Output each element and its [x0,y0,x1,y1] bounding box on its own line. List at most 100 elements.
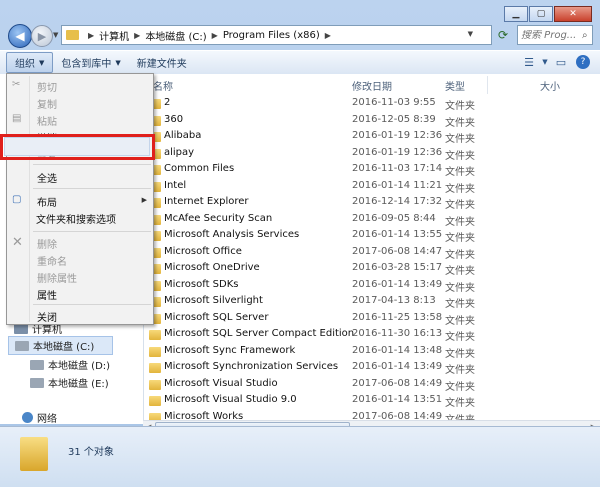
view-options-icon[interactable]: ☰ [518,52,540,72]
table-row[interactable]: Microsoft SQL Server 2016-11-25 13:58 文件夹 [143,311,600,327]
menu-item-properties[interactable]: 属性 [37,287,57,302]
search-icon[interactable]: ⌕ [582,30,588,41]
file-date: 2016-11-25 13:58 [352,311,443,323]
file-type: 文件夹 [445,200,475,211]
nav-item-drive-c[interactable]: 本地磁盘 (C:) [8,336,114,355]
file-name: 2 [164,97,171,108]
table-row[interactable]: Microsoft SQL Server Compact Edition 2016… [143,327,600,343]
file-name: Microsoft SQL Server [164,311,269,323]
table-row[interactable]: Microsoft SDKs 2016-01-14 13:49 文件夹 [143,278,600,294]
column-header-name[interactable]: 名称 [153,78,173,94]
search-box[interactable]: ⌕ [517,25,593,45]
table-row[interactable]: Internet Explorer 2016-12-14 17:32 文件夹 [143,195,600,211]
table-row[interactable]: Common Files 2016-11-03 17:14 文件夹 [143,162,600,178]
table-row[interactable]: Microsoft Synchronization Services 2016-0… [143,360,600,376]
menu-gutter [29,76,30,322]
chevron-right-icon[interactable]: ▶ [88,31,94,40]
recent-pages-dropdown-icon[interactable]: ▼ [53,31,58,39]
table-row[interactable]: Microsoft Visual Studio 2017-06-08 14:49 文… [143,377,600,393]
chevron-down-icon: ▼ [115,58,121,67]
table-row[interactable]: Microsoft Office 2017-06-08 14:47 文件夹 [143,245,600,261]
file-type: 文件夹 [445,134,475,145]
menu-item-rename[interactable]: 重命名 [37,253,67,268]
file-type: 文件夹 [445,150,475,162]
address-bar[interactable]: ▶ 计算机 ▶ 本地磁盘 (C:) ▶ Program Files (x86) … [61,25,492,45]
layout-icon: ▢ [12,194,22,205]
file-date: 2016-12-05 8:39 [352,113,436,125]
chevron-right-icon: ▶ [141,196,147,204]
chevron-right-icon[interactable]: ▶ [134,31,140,40]
table-row[interactable]: Microsoft Silverlight 2017-04-13 8:13 文件夹 [143,294,600,310]
include-in-library-button[interactable]: 包含到库中 ▼ [53,52,128,73]
breadcrumb-drive-c[interactable]: 本地磁盘 (C:) [145,28,206,43]
file-name: Microsoft Office [164,245,242,257]
file-date: 2017-06-08 14:49 [352,377,443,389]
file-type: 文件夹 [445,365,475,376]
folder-icon [20,437,48,471]
scissors-icon: ✂ [12,79,21,90]
preview-pane-icon[interactable]: ▭ [550,52,572,72]
nav-item-network[interactable]: 网络 [22,410,57,425]
table-row[interactable]: 2 2016-11-03 9:55 文件夹 [143,96,600,112]
file-name: Microsoft Visual Studio 9.0 [164,394,297,405]
table-row[interactable]: Microsoft Works 2017-06-08 14:49 文件夹 [143,410,600,420]
folder-icon [66,30,79,40]
chevron-down-icon[interactable]: ▼ [540,52,550,72]
menu-item-folder-options[interactable]: 文件夹和搜索选项 [36,211,116,226]
breadcrumb-program-files[interactable]: Program Files (x86) [223,30,320,41]
column-header-size[interactable]: 大小 [540,78,560,94]
forward-button[interactable]: ▶ [31,25,53,47]
file-name: 360 [164,113,184,125]
close-window-button[interactable]: ✕ [554,6,592,22]
file-type: 文件夹 [445,167,475,178]
folder-icon [149,346,161,357]
table-row[interactable]: Microsoft Analysis Services 2016-01-14 13… [143,228,600,244]
table-row[interactable]: McAfee Security Scan 2016-09-05 8:44 文件夹 [143,212,600,228]
new-folder-button[interactable]: 新建文件夹 [129,52,195,73]
file-type: 文件夹 [445,183,475,195]
menu-item-cut[interactable]: 剪切 [37,79,57,94]
back-button[interactable]: ◀ [8,24,32,48]
table-row[interactable]: 360 2016-12-05 8:39 文件夹 [143,113,600,129]
file-list: 名称 修改日期 类型 大小 2 2016-11-03 9:55 文件夹 360 2016… [143,74,600,420]
menu-item-close[interactable]: 关闭 [37,309,57,324]
file-name: Microsoft Analysis Services [164,229,300,240]
menu-item-copy[interactable]: 复制 [37,96,57,111]
folder-icon [149,379,161,390]
chevron-right-icon[interactable]: ▶ [325,31,331,40]
menu-item-remove-properties[interactable]: 删除属性 [37,270,77,285]
table-row[interactable]: Intel 2016-01-14 11:21 文件夹 [143,179,600,195]
table-row[interactable]: Microsoft Sync Framework 2016-01-14 13:48… [143,344,600,360]
address-dropdown-icon[interactable]: ▼ [468,30,473,38]
file-type: 文件夹 [445,381,475,393]
drive-icon [30,377,44,388]
table-row[interactable]: Microsoft Visual Studio 9.0 2016-01-14 13… [143,393,600,409]
table-row[interactable]: alipay 2016-01-19 12:36 文件夹 [143,146,600,162]
column-divider[interactable] [487,76,488,94]
menu-item-layout[interactable]: 布局 [37,194,57,209]
file-date: 2016-01-19 12:36 [352,146,443,158]
maximize-button[interactable]: ▢ [529,6,553,22]
chevron-right-icon[interactable]: ▶ [212,31,218,40]
help-icon[interactable]: ? [572,52,594,72]
menu-separator [33,164,151,165]
menu-item-paste[interactable]: 粘贴 [37,113,57,128]
file-date: 2016-01-19 12:36 [352,130,443,141]
table-row[interactable]: Alibaba 2016-01-19 12:36 文件夹 [143,129,600,145]
file-date: 2016-11-30 16:13 [352,328,443,339]
search-input[interactable] [518,29,582,41]
organize-button[interactable]: 组织 ▼ [6,52,54,73]
minimize-button[interactable]: ▁ [504,6,528,22]
column-header-type[interactable]: 类型 [445,78,465,94]
file-name: Microsoft SQL Server Compact Edition [164,328,355,339]
nav-item-drive-d[interactable]: 本地磁盘 (D:) [30,357,110,372]
refresh-icon[interactable]: ⟳ [493,25,513,45]
column-header-modified[interactable]: 修改日期 [352,78,392,94]
nav-item-drive-e[interactable]: 本地磁盘 (E:) [30,375,109,390]
breadcrumb-computer[interactable]: 计算机 [99,28,129,43]
file-type: 文件夹 [445,315,475,327]
menu-item-select-all[interactable]: 全选 [37,170,57,185]
table-row[interactable]: Microsoft OneDrive 2016-03-28 15:17 文件夹 [143,261,600,277]
menu-item-delete[interactable]: 删除 [37,236,57,251]
file-name: Microsoft OneDrive [164,262,260,273]
